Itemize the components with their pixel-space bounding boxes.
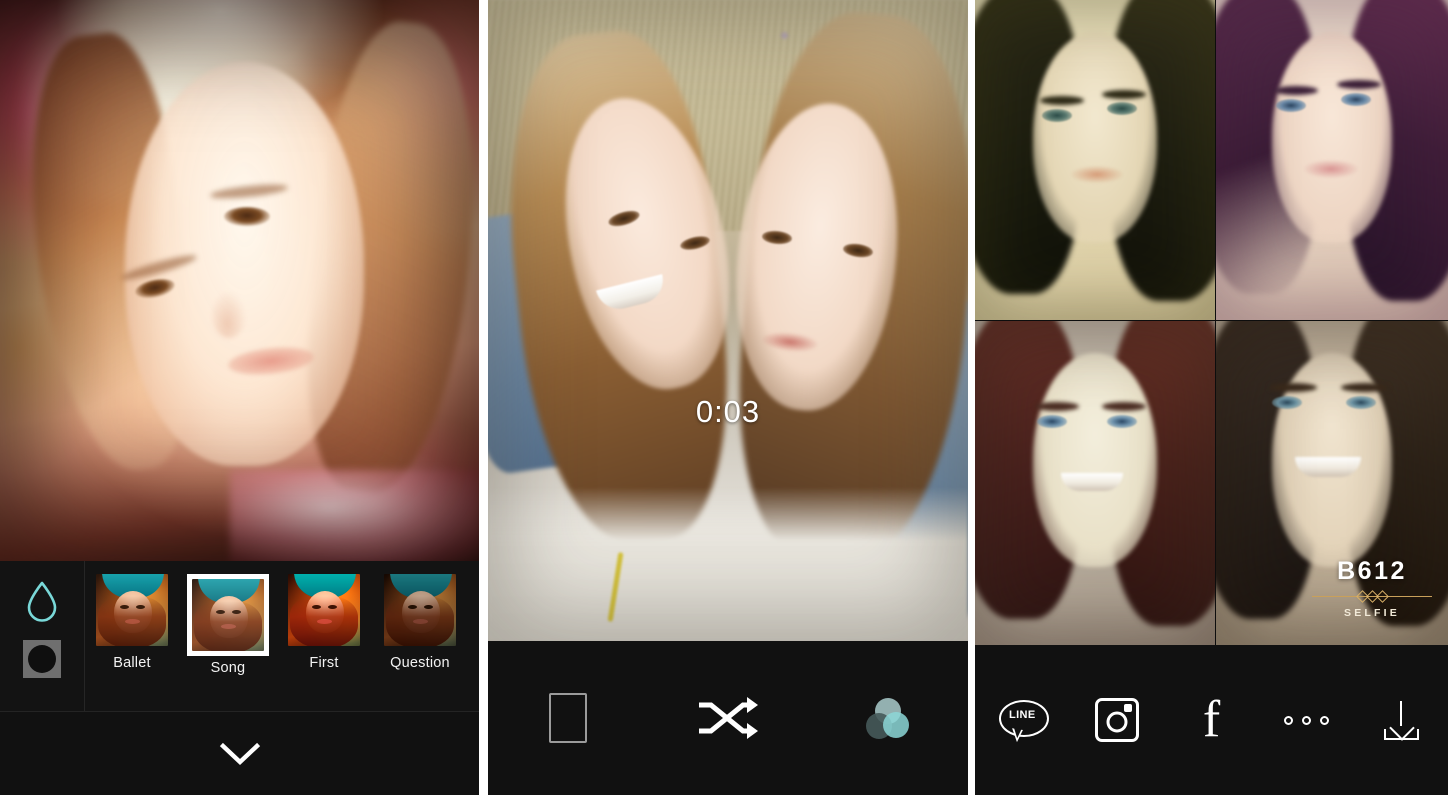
middle-panel-video-recorder: 0:03 — [488, 0, 968, 795]
left-preview-photo[interactable] — [0, 0, 479, 561]
filter-thumb-image — [288, 574, 360, 646]
shuffle-button[interactable] — [648, 696, 808, 740]
collage-grid: B612 SELFIE — [975, 0, 1448, 645]
chevron-down-icon — [219, 742, 260, 765]
filter-thumb-image — [384, 574, 456, 646]
filter-label: First — [309, 655, 339, 671]
photo-vignette — [0, 0, 479, 561]
facebook-icon: f — [1202, 691, 1221, 748]
filter-thumb-image — [192, 579, 264, 651]
right-panel-collage-share: B612 SELFIE LINE f — [975, 0, 1448, 795]
rgb-circles-icon — [866, 698, 910, 739]
filter-thumb-image — [96, 574, 168, 646]
diamond-ornament-icon — [1354, 589, 1391, 603]
filter-label: Question — [390, 655, 450, 671]
recording-timer: 0:03 — [695, 394, 761, 429]
photo-vignette — [488, 0, 968, 641]
ratio-frame-icon — [549, 693, 587, 743]
save-button[interactable] — [1353, 699, 1448, 741]
left-panel-filter-editor: Ballet Song First Question — [0, 0, 479, 795]
watermark-subtitle: SELFIE — [1344, 607, 1400, 619]
download-icon — [1381, 699, 1421, 741]
video-toolbar — [488, 641, 968, 795]
aspect-ratio-button[interactable] — [488, 693, 648, 743]
collage-cell-top-right[interactable] — [1216, 0, 1448, 320]
filter-item-ballet[interactable]: Ballet — [84, 574, 180, 671]
share-instagram-button[interactable] — [1070, 698, 1165, 742]
shuffle-icon — [699, 697, 758, 739]
screenshot-stage: Ballet Song First Question 0:03 B612 SEL… — [0, 0, 1448, 795]
more-dots-icon — [1283, 715, 1329, 725]
filter-thumb-frame — [96, 574, 168, 646]
share-toolbar: LINE f — [975, 645, 1448, 795]
filter-thumbnail-list[interactable]: Ballet Song First Question — [84, 561, 479, 711]
share-facebook-button[interactable]: f — [1164, 691, 1259, 748]
filter-side-tools — [0, 561, 85, 711]
b612-watermark: B612 SELFIE — [1312, 557, 1432, 619]
more-options-button[interactable] — [1259, 715, 1354, 725]
watermark-rule — [1312, 589, 1432, 603]
filter-thumb-frame — [288, 574, 360, 646]
video-preview[interactable] — [488, 0, 968, 641]
collage-cell-bottom-right[interactable]: B612 SELFIE — [1216, 321, 1448, 645]
filter-label: Song — [210, 660, 246, 676]
collapse-filter-bar-button[interactable] — [0, 712, 479, 795]
collage-cell-top-left[interactable] — [975, 0, 1215, 320]
line-icon: LINE — [999, 700, 1050, 743]
filter-item-question[interactable]: Question — [372, 574, 468, 671]
color-filter-button[interactable] — [808, 698, 968, 739]
filter-thumb-frame-selected — [187, 574, 269, 656]
watermark-title: B612 — [1337, 557, 1407, 585]
droplet-icon[interactable] — [25, 580, 59, 622]
filter-item-first[interactable]: First — [276, 574, 372, 671]
filter-label: Ballet — [113, 655, 151, 671]
filter-thumb-frame — [384, 574, 456, 646]
mask-circle-icon[interactable] — [23, 640, 61, 678]
filter-bar: Ballet Song First Question — [0, 561, 479, 711]
collage-cell-bottom-left[interactable] — [975, 321, 1215, 645]
share-line-button[interactable]: LINE — [975, 700, 1070, 743]
instagram-icon — [1094, 698, 1139, 742]
line-label: LINE — [1008, 709, 1036, 721]
filter-item-song[interactable]: Song — [180, 574, 276, 676]
